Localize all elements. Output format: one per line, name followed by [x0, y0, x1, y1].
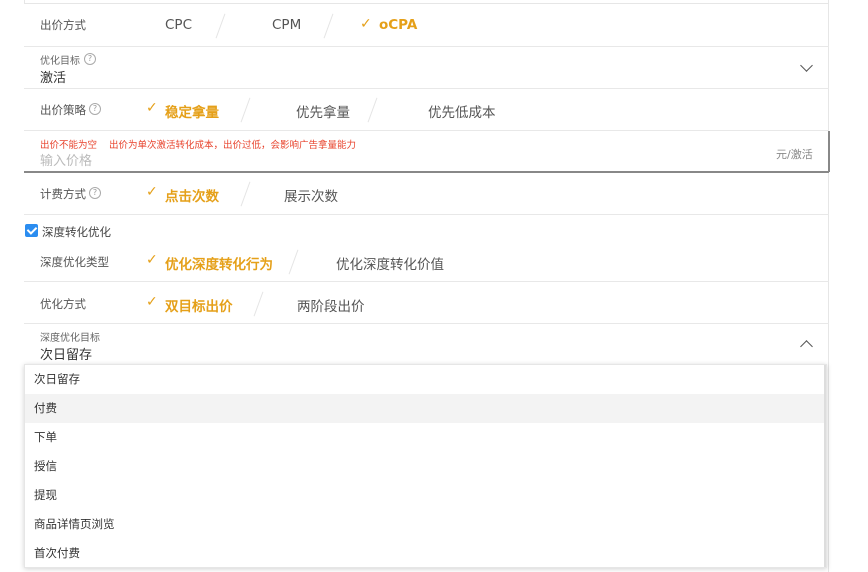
divider	[367, 97, 378, 123]
optimization-goal-label: 优化目标	[40, 56, 80, 67]
check-icon: ✓	[360, 16, 372, 32]
dropdown-option[interactable]: 下单	[25, 423, 826, 452]
dropdown-option[interactable]: 授信	[25, 452, 826, 481]
deep-type-label: 深度优化类型	[40, 255, 109, 269]
form-left-border	[24, 0, 25, 4]
billing-option-impressions[interactable]: 展示次数	[284, 185, 338, 205]
help-icon[interactable]: ?	[89, 103, 101, 115]
deep-conversion-label: 深度转化优化	[42, 225, 111, 239]
bid-price-unit: 元/激活	[776, 148, 813, 161]
bid-method-option-cpm[interactable]: CPM	[272, 17, 301, 33]
checkbox-checked-icon[interactable]	[25, 224, 38, 237]
divider	[323, 13, 334, 39]
chevron-up-icon[interactable]	[800, 340, 813, 353]
deep-goal-value: 次日留存	[40, 348, 93, 363]
divider	[24, 88, 829, 89]
divider	[288, 249, 299, 275]
opt-method-label: 优化方式	[40, 297, 86, 311]
check-icon: ✓	[146, 100, 158, 116]
opt-method-option-dual[interactable]: 双目标出价	[165, 295, 233, 315]
deep-goal-dropdown: 次日留存 付费 下单 授信 提现 商品详情页浏览 首次付费	[24, 364, 827, 568]
bid-strategy-label: 出价策略	[40, 103, 86, 117]
dropdown-option[interactable]: 次日留存	[25, 365, 826, 394]
optimization-goal-value: 激活	[40, 71, 67, 86]
bid-price-error: 出价不能为空	[40, 140, 98, 151]
dropdown-option[interactable]: 付费	[25, 394, 826, 423]
divider	[253, 291, 264, 317]
divider	[215, 13, 226, 39]
divider	[24, 46, 829, 47]
bid-price-input[interactable]: 输入价格	[40, 150, 92, 169]
bid-method-option-ocpa[interactable]: oCPA	[379, 17, 417, 33]
deep-type-option-behavior[interactable]: 优化深度转化行为	[165, 253, 273, 273]
divider	[240, 181, 251, 207]
help-icon[interactable]: ?	[89, 187, 101, 199]
form-top-border	[24, 3, 829, 4]
divider	[24, 130, 829, 131]
dropdown-option[interactable]: 商品详情页浏览	[25, 510, 826, 539]
chevron-down-icon[interactable]	[800, 59, 813, 72]
check-icon: ✓	[146, 294, 158, 310]
divider	[240, 97, 251, 123]
billing-option-clicks[interactable]: 点击次数	[165, 185, 219, 205]
divider	[24, 281, 829, 282]
bid-method-option-cpc[interactable]: CPC	[165, 17, 192, 33]
bid-strategy-option-volume[interactable]: 优先拿量	[296, 101, 350, 121]
dropdown-option[interactable]: 首次付费	[25, 539, 826, 568]
divider	[24, 323, 829, 324]
input-right-border	[828, 131, 830, 172]
check-icon: ✓	[146, 184, 158, 200]
check-icon: ✓	[146, 252, 158, 268]
deep-goal-label: 深度优化目标	[40, 333, 100, 344]
bid-method-label: 出价方式	[40, 18, 86, 32]
input-underline	[24, 171, 829, 173]
form-right-border	[828, 0, 829, 572]
dropdown-scrollbar[interactable]	[824, 365, 826, 567]
billing-label: 计费方式	[40, 187, 86, 201]
help-icon[interactable]: ?	[84, 53, 96, 65]
deep-type-option-value[interactable]: 优化深度转化价值	[336, 253, 444, 273]
bid-price-hint: 出价为单次激活转化成本，出价过低，会影响广告拿量能力	[109, 140, 357, 151]
bid-strategy-option-low-cost[interactable]: 优先低成本	[428, 101, 496, 121]
opt-method-option-two-stage[interactable]: 两阶段出价	[297, 295, 365, 315]
bid-strategy-option-stable[interactable]: 稳定拿量	[165, 101, 219, 121]
divider	[24, 214, 829, 215]
dropdown-option[interactable]: 提现	[25, 481, 826, 510]
